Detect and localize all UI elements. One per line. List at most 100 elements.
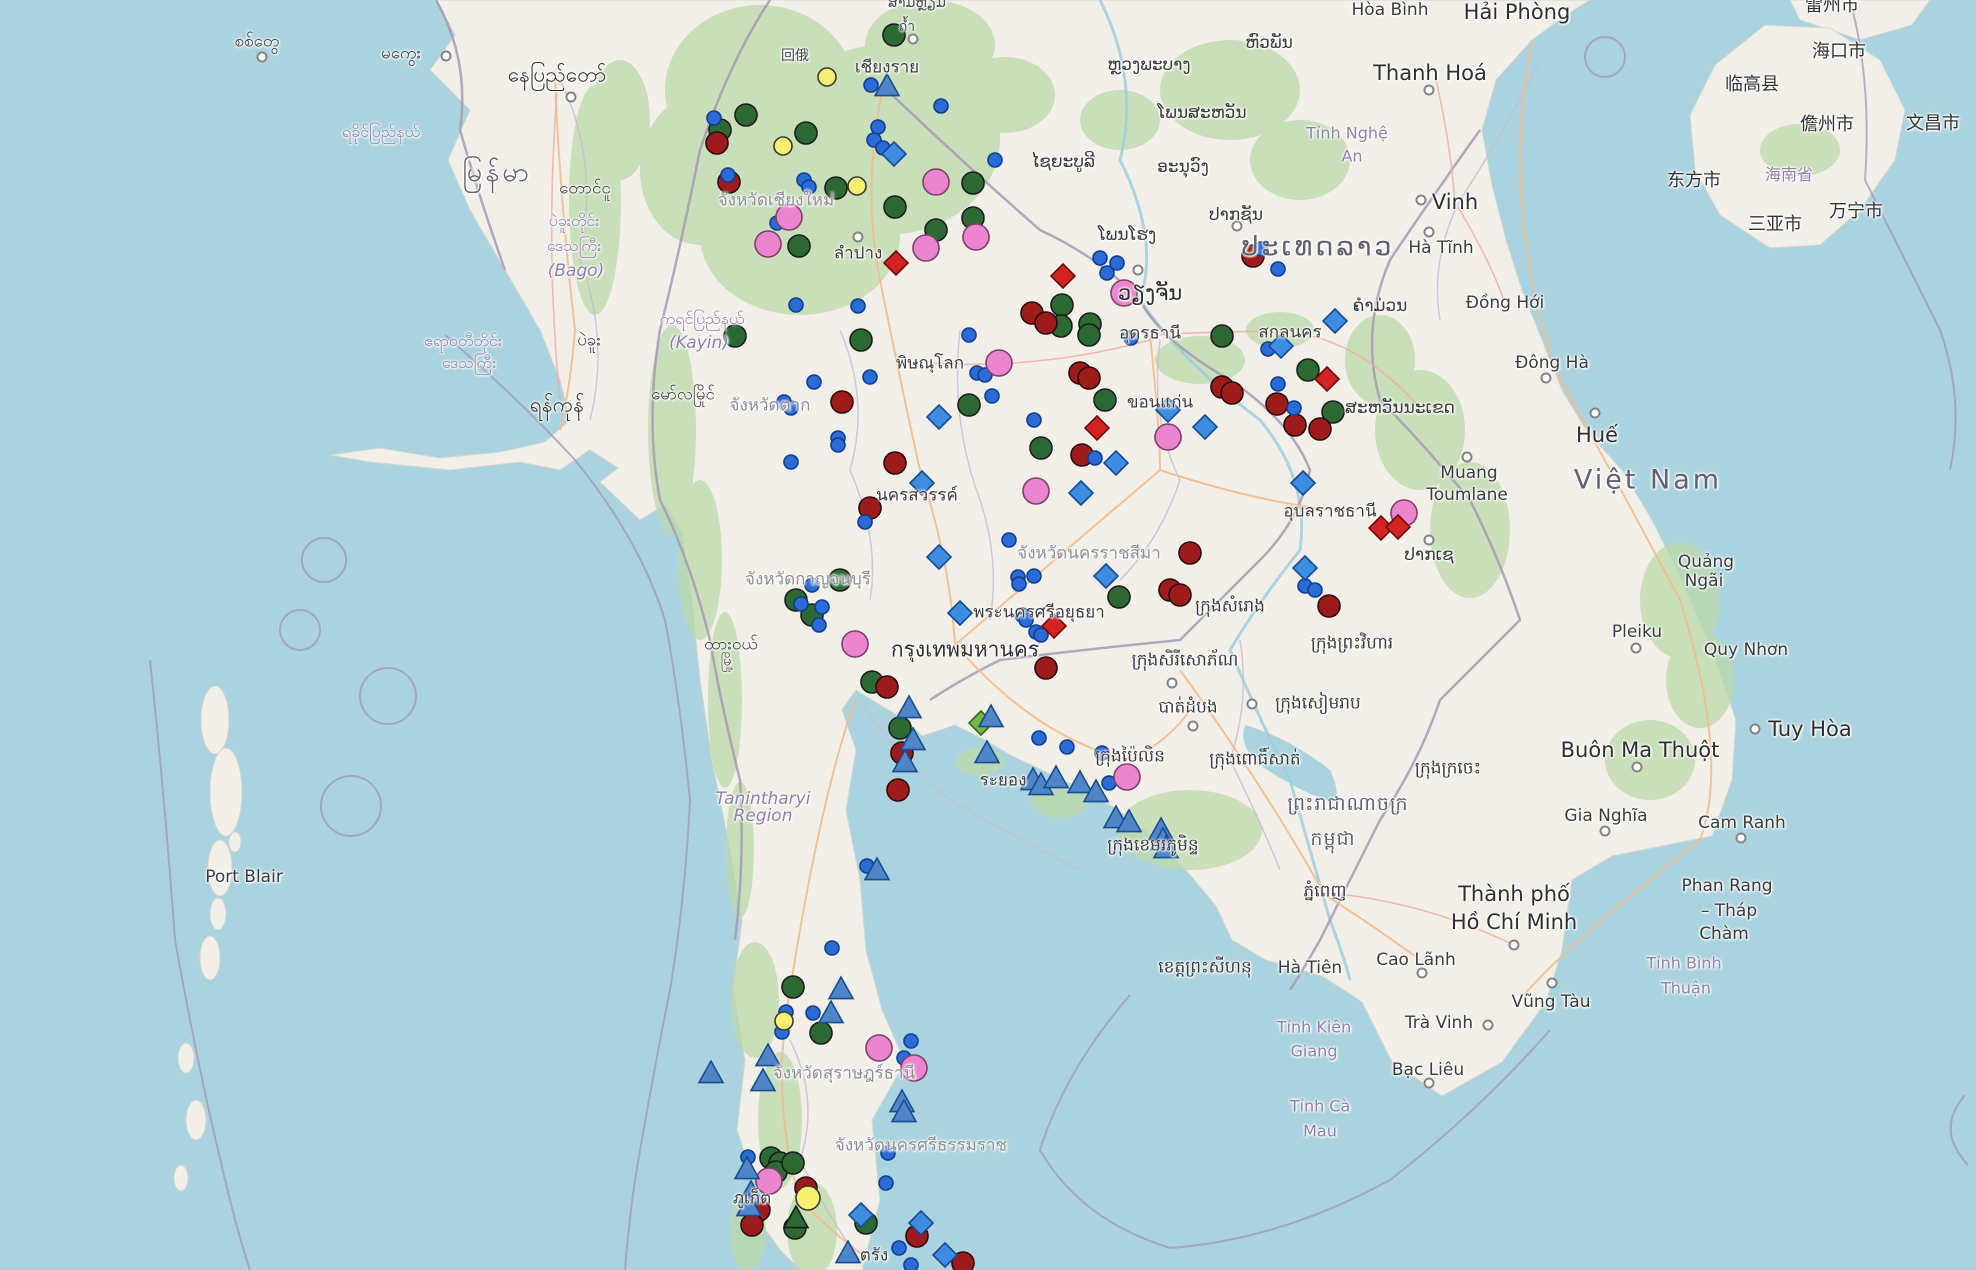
map-marker-green[interactable] (829, 569, 851, 591)
map-marker-green[interactable] (825, 177, 847, 199)
map-marker-pink[interactable] (842, 631, 868, 657)
map-marker-blue[interactable] (904, 1258, 918, 1270)
map-marker-red[interactable] (1284, 414, 1306, 436)
map-marker-blue[interactable] (1060, 740, 1074, 754)
map-marker-green[interactable] (884, 196, 906, 218)
map-marker-blue[interactable] (1100, 266, 1114, 280)
map-marker-blue[interactable] (1124, 331, 1138, 345)
map-marker-red[interactable] (1078, 367, 1100, 389)
map-marker-red[interactable] (1221, 382, 1243, 404)
map-marker-green[interactable] (1078, 324, 1100, 346)
map-marker-pink[interactable] (866, 1035, 892, 1061)
map-marker-red[interactable] (1266, 393, 1288, 415)
map-marker-green[interactable] (810, 1022, 832, 1044)
map-marker-green[interactable] (724, 325, 746, 347)
map-marker-pink[interactable] (963, 224, 989, 250)
map-marker-pink[interactable] (756, 1168, 782, 1194)
map-marker-blue[interactable] (1088, 451, 1102, 465)
map-marker-red[interactable] (1309, 418, 1331, 440)
map-marker-green[interactable] (850, 329, 872, 351)
map-marker-blue[interactable] (794, 597, 808, 611)
map-marker-blue[interactable] (851, 299, 865, 313)
map-marker-green[interactable] (788, 235, 810, 257)
map-marker-blue[interactable] (721, 168, 735, 182)
map-marker-pink[interactable] (901, 1055, 927, 1081)
map-marker-blue[interactable] (1012, 577, 1026, 591)
map-marker-green[interactable] (782, 976, 804, 998)
map-marker-blue[interactable] (1032, 731, 1046, 745)
map-marker-blue[interactable] (858, 515, 872, 529)
map-marker-blue[interactable] (789, 298, 803, 312)
map-marker-blue[interactable] (784, 401, 798, 415)
map-marker-green[interactable] (962, 172, 984, 194)
map-marker-red[interactable] (876, 676, 898, 698)
map-marker-blue[interactable] (831, 438, 845, 452)
map-marker-blue[interactable] (1019, 613, 1033, 627)
map-marker-yellowlg[interactable] (796, 1186, 820, 1210)
map-marker-yellow[interactable] (848, 177, 866, 195)
map-marker-blue[interactable] (1271, 262, 1285, 276)
map-marker-red[interactable] (706, 132, 728, 154)
map-marker-green[interactable] (735, 104, 757, 126)
map-marker-pink[interactable] (923, 169, 949, 195)
map-marker-blue[interactable] (1095, 746, 1109, 760)
map-marker-blue[interactable] (864, 78, 878, 92)
map-marker-red[interactable] (1035, 657, 1057, 679)
map-marker-pink[interactable] (1111, 280, 1137, 306)
map-marker-green[interactable] (782, 1152, 804, 1174)
map-marker-blue[interactable] (807, 375, 821, 389)
map-marker-blue[interactable] (1027, 569, 1041, 583)
map-marker-blue[interactable] (881, 1146, 895, 1160)
map-marker-blue[interactable] (1254, 242, 1268, 256)
map-marker-blue[interactable] (806, 1006, 820, 1020)
map-marker-green[interactable] (1030, 437, 1052, 459)
map-marker-yellow[interactable] (775, 1012, 793, 1030)
map-marker-blue[interactable] (1271, 377, 1285, 391)
map-marker-blue[interactable] (1093, 251, 1107, 265)
map-marker-blue[interactable] (825, 941, 839, 955)
map-marker-red[interactable] (1179, 542, 1201, 564)
map-marker-blue[interactable] (892, 1241, 906, 1255)
map-marker-green[interactable] (889, 717, 911, 739)
map-marker-blue[interactable] (863, 370, 877, 384)
map-viewport[interactable]: စစ်တွေမကွေးနေပြည်တော်ရခိုင်ပြည်နယ်မြန်မာ… (0, 0, 1976, 1270)
map-marker-pink[interactable] (1155, 424, 1181, 450)
map-marker-red[interactable] (1169, 584, 1191, 606)
map-marker-blue[interactable] (815, 600, 829, 614)
map-marker-pink[interactable] (755, 231, 781, 257)
map-marker-blue[interactable] (812, 618, 826, 632)
map-marker-blue[interactable] (985, 389, 999, 403)
map-marker-blue[interactable] (879, 1176, 893, 1190)
map-marker-blue[interactable] (904, 1034, 918, 1048)
map-marker-pink[interactable] (1114, 764, 1140, 790)
map-marker-pink[interactable] (913, 235, 939, 261)
map-marker-pink[interactable] (986, 350, 1012, 376)
map-marker-blue[interactable] (1308, 583, 1322, 597)
map-marker-green[interactable] (883, 24, 905, 46)
map-marker-red[interactable] (884, 452, 906, 474)
map-marker-blue[interactable] (871, 120, 885, 134)
map-marker-blue[interactable] (1027, 413, 1041, 427)
map-marker-blue[interactable] (988, 153, 1002, 167)
map-marker-green[interactable] (1211, 325, 1233, 347)
map-marker-yellow[interactable] (774, 137, 792, 155)
map-marker-yellow[interactable] (818, 68, 836, 86)
map-marker-pink[interactable] (1023, 478, 1049, 504)
map-marker-blue[interactable] (962, 328, 976, 342)
map-marker-red[interactable] (741, 1214, 763, 1236)
map-marker-red[interactable] (1035, 312, 1057, 334)
map-marker-green[interactable] (795, 122, 817, 144)
map-marker-pink[interactable] (776, 204, 802, 230)
map-marker-red[interactable] (1318, 595, 1340, 617)
map-marker-blue[interactable] (1002, 533, 1016, 547)
map-marker-blue[interactable] (1287, 401, 1301, 415)
map-marker-blue[interactable] (934, 99, 948, 113)
map-marker-blue[interactable] (805, 578, 819, 592)
map-marker-green[interactable] (1051, 294, 1073, 316)
map-marker-green[interactable] (1108, 586, 1130, 608)
map-marker-green[interactable] (958, 394, 980, 416)
map-marker-green[interactable] (1094, 389, 1116, 411)
map-marker-blue[interactable] (802, 180, 816, 194)
map-marker-red[interactable] (887, 779, 909, 801)
map-marker-blue[interactable] (784, 455, 798, 469)
